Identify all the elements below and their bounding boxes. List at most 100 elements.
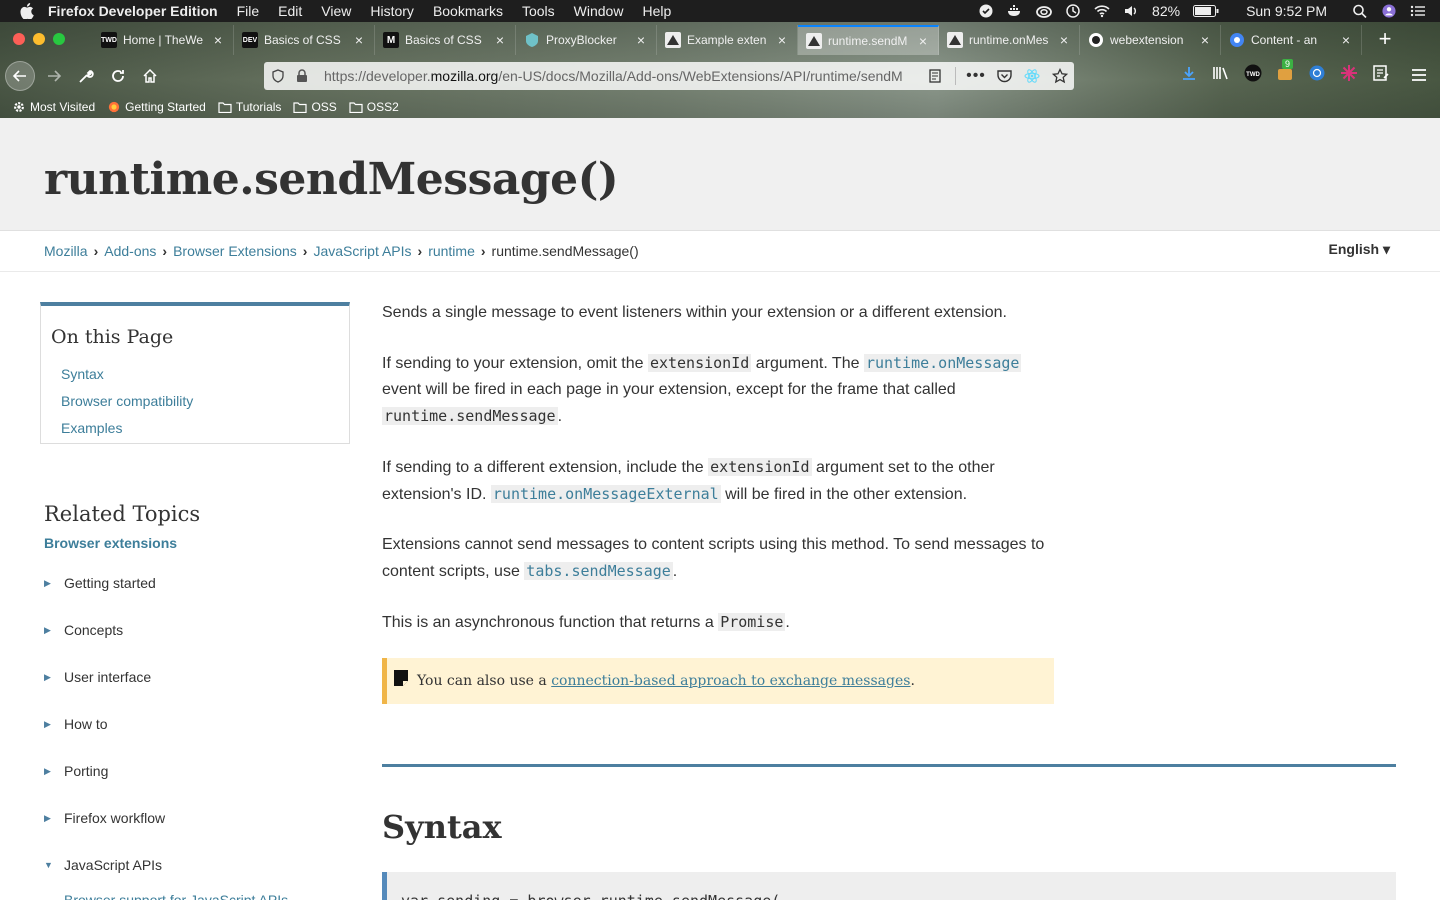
downloads-icon[interactable]	[1180, 64, 1198, 82]
bookmark-folder-oss2[interactable]: OSS2	[349, 100, 399, 114]
apple-icon[interactable]	[20, 3, 34, 19]
tracking-protection-shield-icon[interactable]	[268, 66, 288, 86]
snowflake-extension-icon[interactable]	[1340, 64, 1358, 82]
sidebar-item-how-to[interactable]: ▶ How to	[44, 716, 108, 732]
menu-app-name[interactable]: Firefox Developer Edition	[48, 3, 218, 19]
creative-cloud-icon[interactable]	[1036, 4, 1052, 18]
breadcrumb-add-ons[interactable]: Add-ons	[104, 243, 156, 259]
menu-file[interactable]: File	[237, 3, 260, 19]
sidebar-item-label: Porting	[64, 763, 109, 779]
tab-1[interactable]: DEV Basics of CSS ×	[234, 25, 375, 55]
close-window-button[interactable]	[13, 33, 25, 45]
extension-badge-icon[interactable]: 9	[1276, 59, 1294, 82]
breadcrumb-javascript-apis[interactable]: JavaScript APIs	[313, 243, 411, 259]
menu-edit[interactable]: Edit	[278, 3, 302, 19]
bookmark-most-visited[interactable]: Most Visited	[12, 100, 95, 114]
close-tab-icon[interactable]: ×	[493, 32, 507, 48]
tab-6[interactable]: runtime.onMes ×	[939, 25, 1080, 55]
pocket-icon[interactable]	[994, 66, 1014, 86]
close-tab-icon[interactable]: ×	[775, 32, 789, 48]
hamburger-menu-icon[interactable]	[1410, 66, 1428, 84]
language-selector[interactable]: English ▾	[1329, 241, 1390, 258]
volume-icon[interactable]	[1123, 4, 1139, 18]
folder-icon	[218, 102, 232, 113]
time-machine-icon[interactable]	[1065, 4, 1081, 18]
close-tab-icon[interactable]: ×	[916, 33, 930, 49]
tab-7[interactable]: webextension ×	[1080, 25, 1221, 55]
sidebar-item-javascript-apis[interactable]: ▼ JavaScript APIs	[44, 857, 162, 873]
link-runtime-onmessageexternal[interactable]: runtime.onMessageExternal	[490, 485, 721, 503]
notification-center-icon[interactable]	[1410, 4, 1426, 18]
menu-tools[interactable]: Tools	[522, 3, 555, 19]
reader-view-icon[interactable]	[925, 66, 945, 86]
url-bar[interactable]: https://developer.mozilla.org/en-US/docs…	[264, 62, 1074, 90]
proxyblocker-favicon-icon	[526, 33, 538, 47]
bookmark-folder-oss[interactable]: OSS	[293, 100, 337, 114]
close-tab-icon[interactable]: ×	[1057, 32, 1071, 48]
sidebar-subitem-browser-support[interactable]: Browser support for JavaScript APIs	[64, 892, 288, 900]
notes-extension-icon[interactable]	[1372, 64, 1390, 82]
devtools-button[interactable]	[73, 63, 99, 89]
sidebar-item-porting[interactable]: ▶ Porting	[44, 763, 108, 779]
back-button[interactable]	[5, 61, 35, 91]
tab-3[interactable]: ProxyBlocker ×	[516, 25, 657, 55]
react-devtools-icon[interactable]	[1022, 66, 1042, 86]
minimize-window-button[interactable]	[33, 33, 45, 45]
link-promise[interactable]: Promise	[718, 613, 786, 631]
tab-4[interactable]: Example exten ×	[657, 25, 798, 55]
menu-view[interactable]: View	[321, 3, 351, 19]
user-avatar-icon[interactable]	[1381, 4, 1397, 18]
menu-window[interactable]: Window	[574, 3, 624, 19]
docker-icon[interactable]	[1007, 4, 1023, 18]
bookmark-getting-started[interactable]: Getting Started	[107, 100, 206, 114]
note-link-connection-based[interactable]: connection-based approach to exchange me…	[551, 673, 910, 689]
forward-button[interactable]	[41, 63, 67, 89]
menu-history[interactable]: History	[370, 3, 414, 19]
bookmark-folder-tutorials[interactable]: Tutorials	[218, 100, 281, 114]
url-text[interactable]: https://developer.mozilla.org/en-US/docs…	[324, 68, 921, 84]
spotlight-search-icon[interactable]	[1352, 4, 1368, 18]
link-tabs-sendmessage[interactable]: tabs.sendMessage	[524, 562, 673, 580]
tab-2[interactable]: M Basics of CSS ×	[375, 25, 516, 55]
tab-5-active[interactable]: runtime.sendM ×	[798, 25, 939, 55]
toc-link-syntax[interactable]: Syntax	[61, 366, 104, 382]
twd-extension-icon[interactable]: TWD	[1244, 64, 1262, 82]
home-button[interactable]	[137, 63, 163, 89]
tab-8[interactable]: Content - an ×	[1221, 25, 1362, 55]
reload-button[interactable]	[105, 63, 131, 89]
globe-extension-icon[interactable]	[1308, 64, 1326, 82]
lock-icon[interactable]	[292, 66, 312, 86]
menu-bookmarks[interactable]: Bookmarks	[433, 3, 503, 19]
close-tab-icon[interactable]: ×	[1339, 32, 1353, 48]
menubar-clock[interactable]: Sun 9:52 PM	[1246, 3, 1327, 19]
wifi-icon[interactable]	[1094, 4, 1110, 18]
sidebar-item-firefox-workflow[interactable]: ▶ Firefox workflow	[44, 810, 165, 826]
triangle-right-icon: ▶	[44, 577, 51, 588]
close-tab-icon[interactable]: ×	[352, 32, 366, 48]
sidebar-item-getting-started[interactable]: ▶ Getting started	[44, 575, 156, 591]
toc-link-browser-compatibility[interactable]: Browser compatibility	[61, 393, 193, 409]
tab-title: Basics of CSS	[264, 33, 341, 47]
toc-link-examples[interactable]: Examples	[61, 420, 122, 436]
sidebar-item-concepts[interactable]: ▶ Concepts	[44, 622, 123, 638]
text-span: If sending to your extension, omit the	[382, 355, 648, 372]
breadcrumb-browser-extensions[interactable]: Browser Extensions	[173, 243, 297, 259]
menu-help[interactable]: Help	[642, 3, 671, 19]
link-runtime-onmessage[interactable]: runtime.onMessage	[863, 354, 1022, 372]
sidebar-item-user-interface[interactable]: ▶ User interface	[44, 669, 151, 685]
close-tab-icon[interactable]: ×	[634, 32, 648, 48]
close-tab-icon[interactable]: ×	[211, 32, 225, 48]
zoom-window-button[interactable]	[53, 33, 65, 45]
text-span: .	[785, 614, 790, 631]
close-tab-icon[interactable]: ×	[1198, 32, 1212, 48]
battery-icon[interactable]	[1193, 5, 1219, 17]
library-icon[interactable]	[1212, 64, 1230, 82]
tab-0[interactable]: TWD Home | TheWe ×	[93, 25, 234, 55]
bookmark-star-icon[interactable]	[1050, 66, 1070, 86]
related-browser-extensions-link[interactable]: Browser extensions	[44, 535, 177, 551]
shield-check-icon[interactable]	[978, 4, 994, 18]
breadcrumb-mozilla[interactable]: Mozilla	[44, 243, 88, 259]
breadcrumb-runtime[interactable]: runtime	[428, 243, 475, 259]
page-actions-icon[interactable]: •••	[966, 66, 986, 86]
new-tab-button[interactable]: +	[1372, 26, 1398, 52]
